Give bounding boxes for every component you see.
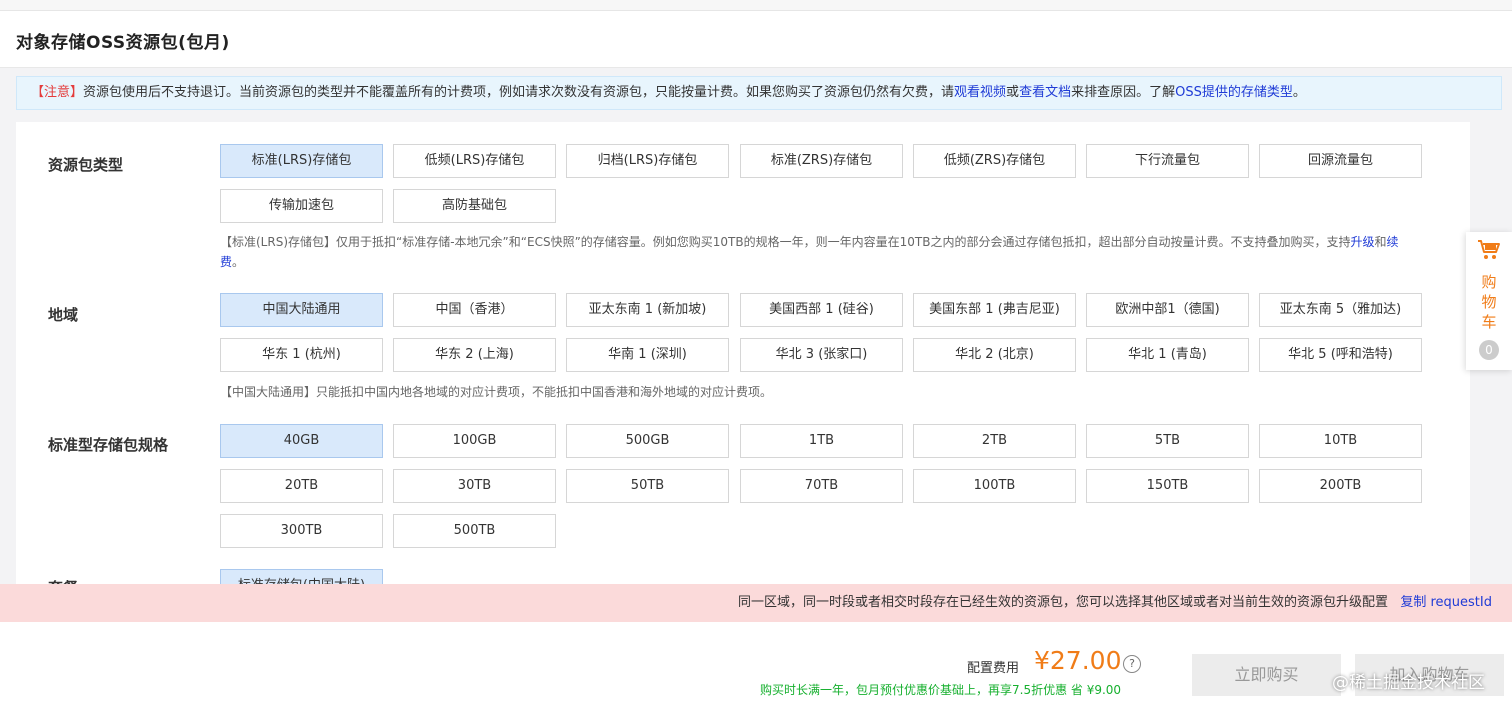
region-option[interactable]: 美国西部 1 (硅谷) [740, 293, 903, 327]
region-option[interactable]: 中国大陆通用 [220, 293, 383, 327]
error-bar: 同一区域，同一时段或者相交时段存在已经生效的资源包，您可以选择其他区域或者对当前… [0, 584, 1512, 622]
page-header: 对象存储OSS资源包(包月) [0, 11, 1512, 68]
notice-tag: 【注意】 [31, 85, 84, 100]
renew-link-cont[interactable]: 费 [220, 255, 232, 269]
package-type-option[interactable]: 回源流量包 [1259, 144, 1422, 178]
notice-text-1: 资源包使用后不支持退订。当前资源包的类型并不能覆盖所有的计费项，例如请求次数没有… [83, 85, 955, 100]
region-option[interactable]: 华东 2 (上海) [393, 338, 556, 372]
region-option[interactable]: 华南 1 (深圳) [566, 338, 729, 372]
spec-option[interactable]: 10TB [1259, 424, 1422, 458]
region-option[interactable]: 华北 2 (北京) [913, 338, 1076, 372]
spec-option[interactable]: 5TB [1086, 424, 1249, 458]
renew-link[interactable]: 续 [1386, 235, 1398, 249]
spec-option[interactable]: 100GB [393, 424, 556, 458]
package-type-option[interactable]: 低频(LRS)存储包 [393, 144, 556, 178]
fee-label: 配置费用 [967, 661, 1020, 676]
help-icon[interactable]: ? [1123, 655, 1141, 673]
package-type-desc-text: 【标准(LRS)存储包】仅用于抵扣“标准存储-本地冗余”和“ECS快照”的存储容… [220, 235, 1351, 249]
upgrade-link[interactable]: 升级 [1350, 235, 1374, 249]
spec-option[interactable]: 300TB [220, 514, 383, 548]
spec-option[interactable]: 150TB [1086, 469, 1249, 503]
shopping-cart-widget[interactable]: 购物车 0 [1466, 232, 1512, 370]
spec-option[interactable]: 500GB [566, 424, 729, 458]
shopping-cart-icon [1477, 238, 1501, 266]
region-option[interactable]: 华北 3 (张家口) [740, 338, 903, 372]
region-option[interactable]: 亚太东南 5（雅加达) [1259, 293, 1422, 327]
desc-end-text: 。 [232, 255, 245, 269]
page-title: 对象存储OSS资源包(包月) [16, 33, 230, 53]
package-type-option[interactable]: 传输加速包 [220, 189, 383, 223]
spec-option[interactable]: 70TB [740, 469, 903, 503]
spec-option[interactable]: 100TB [913, 469, 1076, 503]
spec-option[interactable]: 30TB [393, 469, 556, 503]
spec-option[interactable]: 500TB [393, 514, 556, 548]
watermark: @稀土掘金技术社区 [1332, 673, 1485, 693]
region-option[interactable]: 亚太东南 1 (新加坡) [566, 293, 729, 327]
spec-option[interactable]: 50TB [566, 469, 729, 503]
spec-option[interactable]: 20TB [220, 469, 383, 503]
package-type-option[interactable]: 高防基础包 [393, 189, 556, 223]
spec-label: 标准型存储包规格 [48, 436, 169, 454]
region-option[interactable]: 美国东部 1 (弗吉尼亚) [913, 293, 1076, 327]
top-strip [0, 0, 1512, 11]
spec-option[interactable]: 40GB [220, 424, 383, 458]
watch-video-link[interactable]: 观看视频 [954, 85, 1006, 100]
region-label: 地域 [48, 306, 79, 324]
spec-option[interactable]: 200TB [1259, 469, 1422, 503]
package-type-option[interactable]: 下行流量包 [1086, 144, 1249, 178]
notice-banner: 【注意】资源包使用后不支持退订。当前资源包的类型并不能覆盖所有的计费项，例如请求… [16, 76, 1502, 110]
fee-price: ¥27.00 [1034, 646, 1122, 675]
region-option[interactable]: 华北 1 (青岛) [1086, 338, 1249, 372]
promo-text: 购买时长满一年，包月预付优惠价基础上，再享7.5折优惠 省 ¥9.00 [760, 683, 1122, 697]
package-type-description: 【标准(LRS)存储包】仅用于抵扣“标准存储-本地冗余”和“ECS快照”的存储容… [220, 232, 1470, 272]
package-type-option[interactable]: 标准(ZRS)存储包 [740, 144, 903, 178]
cart-count-badge: 0 [1479, 340, 1499, 360]
notice-text-3: 来排查原因。了解 [1071, 85, 1176, 100]
view-doc-link[interactable]: 查看文档 [1019, 85, 1071, 100]
region-option[interactable]: 华北 5 (呼和浩特) [1259, 338, 1422, 372]
copy-request-id-link[interactable]: 复制 requestId [1400, 595, 1492, 610]
storage-types-link[interactable]: OSS提供的存储类型 [1175, 85, 1293, 100]
notice-text-2: 或 [1006, 85, 1020, 100]
region-option[interactable]: 欧洲中部1（德国) [1086, 293, 1249, 327]
footer-bar: 配置费用 ¥27.00 ? 购买时长满一年，包月预付优惠价基础上，再享7.5折优… [0, 622, 1512, 712]
region-option[interactable]: 中国（香港） [393, 293, 556, 327]
cart-label: 购物车 [1481, 273, 1497, 331]
region-description: 【中国大陆通用】只能抵扣中国内地各地域的对应计费项，不能抵扣中国香港和海外地域的… [220, 385, 773, 399]
package-type-option[interactable]: 归档(LRS)存储包 [566, 144, 729, 178]
config-panel: 资源包类型 标准(LRS)存储包 低频(LRS)存储包 归档(LRS)存储包 标… [16, 122, 1470, 603]
package-type-label: 资源包类型 [48, 156, 124, 174]
region-option[interactable]: 华东 1 (杭州) [220, 338, 383, 372]
spec-option[interactable]: 2TB [913, 424, 1076, 458]
spec-option[interactable]: 1TB [740, 424, 903, 458]
error-message: 同一区域，同一时段或者相交时段存在已经生效的资源包，您可以选择其他区域或者对当前… [737, 595, 1388, 610]
package-type-option[interactable]: 标准(LRS)存储包 [220, 144, 383, 178]
notice-text-4: 。 [1292, 85, 1306, 100]
buy-now-button[interactable]: 立即购买 [1192, 654, 1341, 696]
error-message-wrap: 同一区域，同一时段或者相交时段存在已经生效的资源包，您可以选择其他区域或者对当前… [738, 584, 1492, 622]
desc-and-text: 和 [1374, 235, 1387, 249]
package-type-option[interactable]: 低频(ZRS)存储包 [913, 144, 1076, 178]
